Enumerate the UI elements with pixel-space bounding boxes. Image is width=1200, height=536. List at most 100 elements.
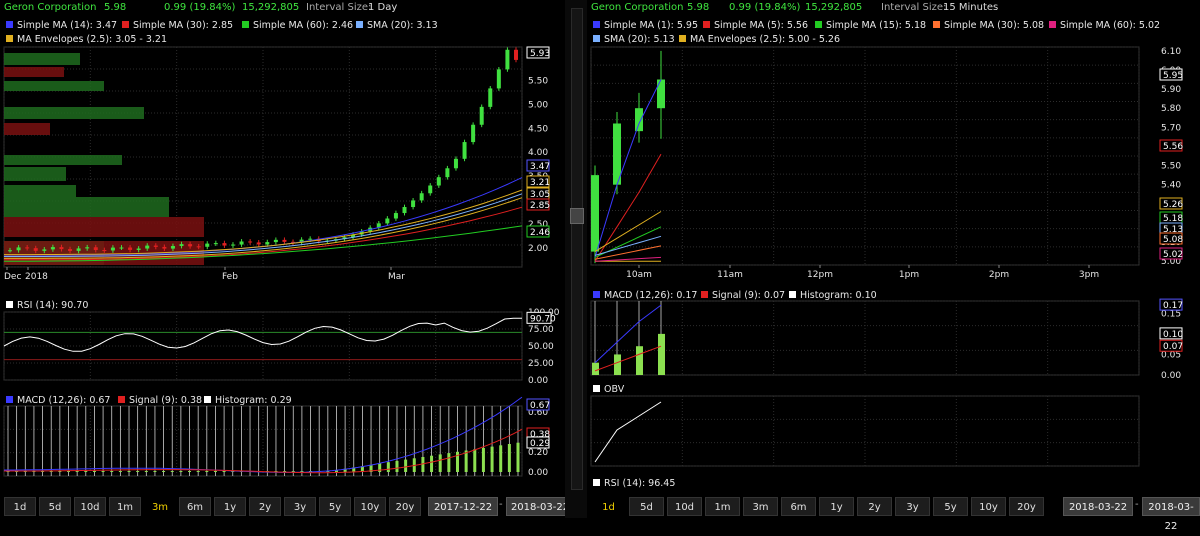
price-axis-tick: 4.50 (528, 124, 548, 134)
right-chart-pane: Geron Corporation 5.98 0.99 (19.84%) 15,… (587, 0, 1200, 532)
legend-ma-envelopes[interactable]: MA Envelopes (2.5): 3.05 - 3.21 (6, 34, 167, 45)
range-button-3y[interactable]: 3y (284, 497, 316, 516)
price-marker-label: 3.47 (530, 162, 550, 172)
histogram-bar (153, 471, 157, 472)
range-button-1y[interactable]: 1y (819, 497, 854, 516)
candle-body (445, 168, 450, 178)
range-button-5d[interactable]: 5d (629, 497, 664, 516)
interval-label: Interval Size: (881, 2, 947, 13)
legend-sma5[interactable]: Simple MA (5): 5.56 (703, 20, 808, 31)
interval-value[interactable]: 1 Day (368, 2, 397, 13)
range-button-2y[interactable]: 2y (249, 497, 281, 516)
macd-value-label: 0.17 (1163, 301, 1183, 311)
range-button-10y[interactable]: 10y (354, 497, 386, 516)
candle-body (436, 177, 441, 186)
date-to[interactable]: 2018-03-22 (1142, 497, 1200, 532)
main-chart-legend: Simple MA (1): 5.95 Simple MA (5): 5.56 … (593, 20, 1193, 46)
candle-body (102, 250, 107, 252)
range-button-10y[interactable]: 10y (971, 497, 1006, 516)
candle-body (256, 242, 261, 245)
legend-sma20[interactable]: SMA (20): 5.13 (593, 34, 675, 45)
date-from[interactable]: 2018-03-22 (1063, 497, 1133, 516)
left-range-toolbar: 1d 5d 10d 1m 3m 6m 1y 2y 3y 5y 10y 20y 2017-12-22 -… (4, 497, 574, 517)
pane-splitter[interactable] (565, 0, 587, 518)
legend-swatch (122, 21, 129, 28)
legend-sma30[interactable]: Simple MA (30): 2.85 (122, 20, 233, 31)
candle-body (128, 247, 133, 250)
legend-swatch (593, 385, 600, 392)
date-to[interactable]: 2018-03-22 (506, 497, 574, 516)
legend-sma14[interactable]: Simple MA (14): 3.47 (6, 20, 117, 31)
range-button-1m[interactable]: 1m (705, 497, 740, 516)
histogram-bar (592, 362, 599, 375)
date-from[interactable]: 2017-12-22 (428, 497, 498, 516)
time-axis-label: 12pm (807, 270, 833, 280)
histogram-bar (205, 471, 209, 472)
rsi-chart[interactable]: 100.0075.0050.0025.000.0090.70 (0, 308, 565, 390)
rsi-value-label: 90.70 (530, 314, 556, 324)
legend-ma-envelopes[interactable]: MA Envelopes (2.5): 5.00 - 5.26 (679, 34, 840, 45)
legend-swatch (242, 21, 249, 28)
range-button-5y[interactable]: 5y (319, 497, 351, 516)
candle-body (479, 106, 484, 125)
candle-body (462, 142, 467, 159)
candle-body (16, 247, 21, 251)
price-marker-label: 3.21 (530, 178, 550, 188)
legend-sma15[interactable]: Simple MA (15): 5.18 (815, 20, 926, 31)
candle-body (393, 213, 398, 219)
daily-price-chart[interactable]: 5.505.004.504.003.503.002.502.005.933.47… (0, 45, 565, 290)
range-button-6m[interactable]: 6m (179, 497, 211, 516)
range-button-1d[interactable]: 1d (591, 497, 626, 516)
legend-swatch (6, 396, 13, 403)
range-button-1d[interactable]: 1d (4, 497, 36, 516)
range-button-20y[interactable]: 20y (1009, 497, 1044, 516)
intraday-macd-chart[interactable]: 0.150.100.050.000.170.100.07 (587, 298, 1200, 381)
legend-swatch (701, 291, 708, 298)
range-button-10d[interactable]: 10d (667, 497, 702, 516)
volume: 15,292,805 (242, 2, 300, 13)
candle-body (385, 218, 390, 224)
candle-body (239, 241, 244, 245)
range-button-10d[interactable]: 10d (74, 497, 106, 516)
obv-chart[interactable] (587, 394, 1200, 470)
plot-frame (590, 395, 1140, 467)
splitter-grip-handle[interactable] (570, 208, 584, 224)
range-button-5d[interactable]: 5d (39, 497, 71, 516)
range-button-1m[interactable]: 1m (109, 497, 141, 516)
candle-body (428, 185, 433, 194)
interval-value[interactable]: 15 Minutes (943, 2, 998, 13)
left-quote-header: Geron Corporation 5.98 0.99 (19.84%) 15,… (0, 0, 565, 14)
histogram-bar (188, 471, 192, 472)
range-button-3y[interactable]: 3y (895, 497, 930, 516)
candle-body (110, 247, 115, 251)
volume-profile-bar (4, 123, 50, 135)
range-button-5y[interactable]: 5y (933, 497, 968, 516)
range-button-20y[interactable]: 20y (389, 497, 421, 516)
price-axis-tick: 5.50 (528, 76, 548, 86)
candle-body (76, 248, 81, 251)
candle-body (273, 239, 278, 243)
range-button-2y[interactable]: 2y (857, 497, 892, 516)
rsi-axis-tick: 50.00 (528, 342, 554, 352)
legend-sma30[interactable]: Simple MA (30): 5.08 (933, 20, 1044, 31)
histogram-bar (395, 460, 399, 472)
range-button-6m[interactable]: 6m (781, 497, 816, 516)
range-button-3m[interactable]: 3m (743, 497, 778, 516)
company-name: Geron Corporation (4, 2, 97, 13)
range-button-3m[interactable]: 3m (144, 497, 176, 516)
legend-sma60[interactable]: Simple MA (60): 2.46 (242, 20, 353, 31)
price-marker-label: 5.56 (1163, 142, 1183, 152)
price-marker-label: 2.85 (530, 201, 550, 211)
legend-sma1[interactable]: Simple MA (1): 5.95 (593, 20, 698, 31)
histogram-bar (75, 471, 79, 472)
legend-sma60[interactable]: Simple MA (60): 5.02 (1049, 20, 1160, 31)
legend-sma20[interactable]: SMA (20): 3.13 (356, 20, 438, 31)
scrollbar-track[interactable] (571, 8, 583, 490)
candle-body (205, 243, 210, 247)
time-axis-label: Feb (222, 272, 238, 282)
last-price: 5.98 (687, 2, 710, 13)
intraday-price-chart[interactable]: 6.106.005.905.805.705.605.505.405.305.20… (587, 45, 1200, 285)
histogram-bar (162, 471, 166, 472)
range-button-1y[interactable]: 1y (214, 497, 246, 516)
macd-chart[interactable]: 0.600.400.200.000.670.380.29 (0, 396, 565, 484)
